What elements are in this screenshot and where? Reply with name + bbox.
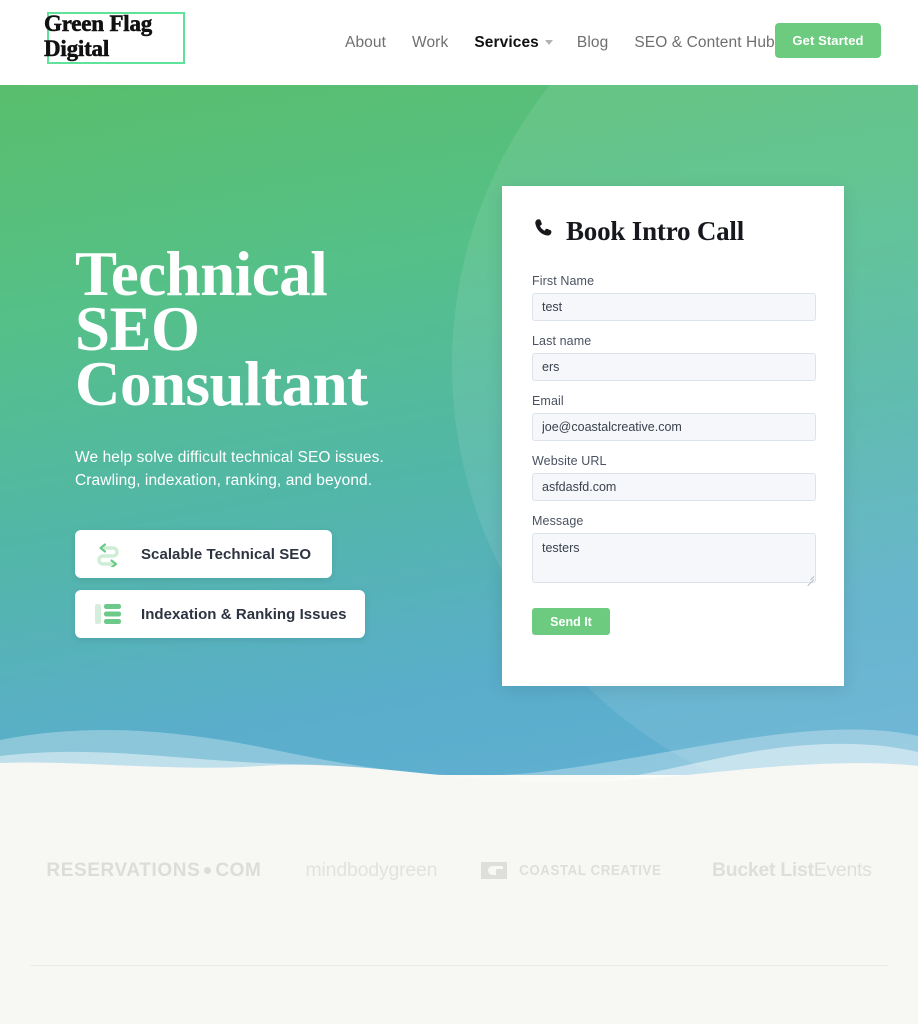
email-field[interactable] bbox=[532, 413, 816, 441]
nav-item-seo-content-hub[interactable]: SEO & Content Hub bbox=[634, 34, 774, 52]
form-title: Book Intro Call bbox=[532, 216, 814, 247]
message-textarea[interactable] bbox=[532, 533, 816, 583]
chevron-down-icon[interactable] bbox=[544, 40, 553, 45]
field-group-website-url: Website URL bbox=[532, 454, 816, 514]
nav-item-services[interactable]: Services bbox=[474, 34, 539, 52]
phone-icon bbox=[532, 216, 556, 247]
field-label-website-url: Website URL bbox=[532, 454, 607, 468]
message-textarea-wrapper bbox=[532, 533, 816, 587]
coastal-creative-mark-icon bbox=[481, 862, 508, 879]
form-title-text: Book Intro Call bbox=[566, 216, 745, 246]
site-logo[interactable]: Green Flag Digital bbox=[44, 10, 188, 66]
book-intro-call-form: Book Intro Call First Name Last name Ema… bbox=[502, 186, 844, 686]
hero-subtitle-line-2: Crawling, indexation, ranking, and beyon… bbox=[75, 472, 373, 489]
client-logo-mindbodygreen: mindbodygreen bbox=[306, 859, 438, 882]
field-label-email: Email bbox=[532, 394, 564, 408]
client-logo-text: mindbodygreen bbox=[305, 859, 438, 881]
field-label-message: Message bbox=[532, 514, 584, 528]
client-logo-coastal-creative: COASTAL CREATIVE bbox=[481, 862, 668, 879]
section-divider bbox=[30, 965, 888, 966]
client-logo-suffix: Events bbox=[813, 859, 872, 881]
client-logo-bucket-list-events: Bucket ListEvents bbox=[712, 859, 872, 882]
client-logo-reservations-com: RESERVATIONS COM bbox=[46, 860, 261, 882]
field-label-first-name: First Name bbox=[532, 274, 595, 288]
client-logo-text: Bucket List bbox=[711, 859, 814, 881]
feature-button-scalable-technical-seo[interactable]: Scalable Technical SEO bbox=[75, 530, 332, 578]
hero-title-line-3: Consultant bbox=[75, 349, 368, 419]
nav-item-about[interactable]: About bbox=[345, 34, 386, 52]
winding-arrows-icon bbox=[91, 538, 125, 570]
website-url-input[interactable] bbox=[532, 473, 816, 501]
hero-subtitle: We help solve difficult technical SEO is… bbox=[75, 446, 495, 492]
bullet-dot-icon bbox=[204, 867, 212, 874]
page-root: Green Flag Digital About Work Services B… bbox=[0, 0, 918, 1024]
field-group-last-name: Last name bbox=[532, 334, 816, 394]
feature-label: Scalable Technical SEO bbox=[141, 545, 312, 563]
logo-line-1: Green Flag bbox=[44, 11, 153, 37]
page-title: Technical SEO Consultant bbox=[75, 243, 495, 416]
field-label-last-name: Last name bbox=[532, 334, 592, 348]
feature-button-indexation-ranking-issues[interactable]: Indexation & Ranking Issues bbox=[75, 590, 365, 638]
primary-nav: About Work Services Blog SEO & Content H… bbox=[345, 0, 801, 85]
field-group-email: Email bbox=[532, 394, 816, 454]
list-bars-icon bbox=[91, 598, 125, 630]
hero-subtitle-line-1: We help solve difficult technical SEO is… bbox=[75, 449, 384, 466]
logo-line-2: Digital bbox=[44, 36, 110, 62]
client-logos-section: RESERVATIONS COM mindbodygreen COASTAL C… bbox=[0, 775, 918, 1024]
nav-item-work[interactable]: Work bbox=[412, 34, 448, 52]
get-started-button[interactable]: Get Started bbox=[775, 23, 881, 58]
site-header: Green Flag Digital About Work Services B… bbox=[0, 0, 918, 85]
client-logo-text: RESERVATIONS bbox=[46, 859, 201, 881]
first-name-input[interactable] bbox=[532, 293, 816, 321]
client-logo-text: COASTAL CREATIVE bbox=[519, 862, 662, 879]
field-group-first-name: First Name bbox=[532, 274, 816, 334]
logo-text: Green Flag Digital bbox=[44, 11, 194, 62]
send-it-button[interactable]: Send It bbox=[532, 608, 610, 635]
nav-item-blog[interactable]: Blog bbox=[577, 34, 608, 52]
client-logo-suffix: COM bbox=[215, 859, 262, 881]
client-logos-row: RESERVATIONS COM mindbodygreen COASTAL C… bbox=[0, 859, 918, 882]
feature-label: Indexation & Ranking Issues bbox=[141, 605, 347, 623]
hero-copy: Technical SEO Consultant We help solve d… bbox=[75, 243, 495, 638]
field-group-message: Message bbox=[532, 514, 816, 587]
last-name-input[interactable] bbox=[532, 353, 816, 381]
